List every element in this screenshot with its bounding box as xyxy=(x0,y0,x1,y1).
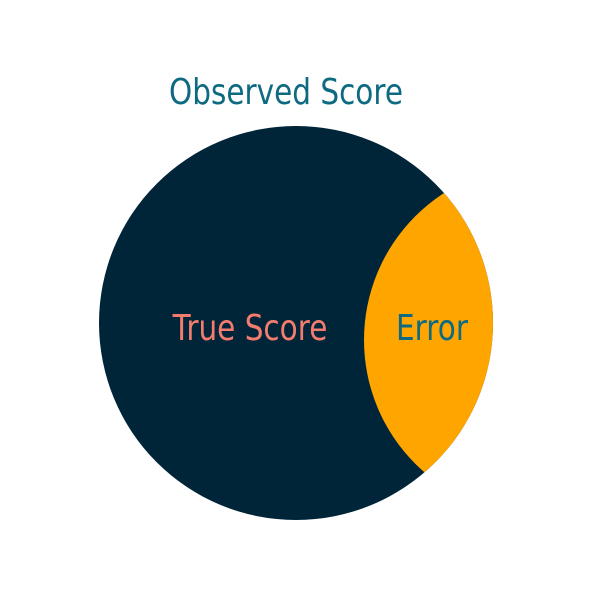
title: Observed Score xyxy=(169,70,403,113)
true-score-label: True Score xyxy=(172,306,328,349)
venn-diagram: Observed Score True Score Error xyxy=(99,70,493,520)
error-label: Error xyxy=(396,306,468,349)
